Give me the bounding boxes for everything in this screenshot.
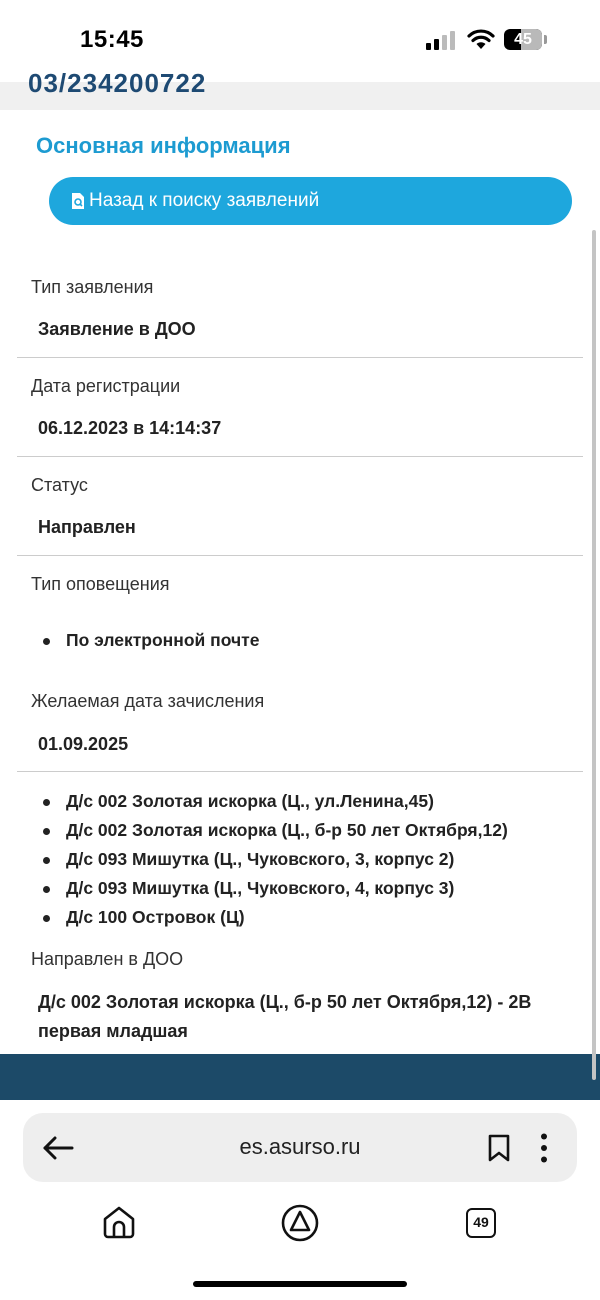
divider	[17, 456, 583, 457]
scrollbar[interactable]	[592, 230, 596, 1080]
list-item: Д/с 093 Мишутка (Ц., Чуковского, 4, корп…	[38, 874, 508, 903]
list-item: По электронной почте	[38, 626, 259, 655]
bookmark-icon[interactable]	[486, 1133, 512, 1163]
divider	[17, 357, 583, 358]
field-value-desired-date: 01.09.2025	[38, 734, 129, 754]
field-value-date: 06.12.2023 в 14:14:37	[38, 418, 222, 438]
home-icon[interactable]	[101, 1204, 137, 1240]
back-to-search-label: Назад к поиску заявлений	[89, 190, 320, 211]
battery-level-text: 45	[514, 31, 532, 48]
section-title: Основная информация	[36, 133, 291, 158]
cellular-signal-icon	[426, 30, 458, 50]
battery-icon: 45	[504, 29, 542, 50]
list-item: Д/с 100 Островок (Ц)	[38, 903, 508, 932]
preferred-kindergartens-list: Д/с 002 Золотая искорка (Ц., ул.Ленина,4…	[38, 787, 508, 932]
wifi-icon	[467, 29, 495, 49]
field-label-type: Тип заявления	[31, 277, 154, 297]
search-document-icon	[72, 193, 84, 209]
site-footer	[0, 1054, 600, 1102]
list-item: Д/с 093 Мишутка (Ц., Чуковского, 3, корп…	[38, 845, 508, 874]
field-value-status: Направлен	[38, 517, 136, 537]
field-label-notify: Тип оповещения	[31, 574, 170, 594]
field-label-date: Дата регистрации	[31, 376, 181, 396]
field-label-desired-date: Желаемая дата зачисления	[31, 691, 265, 711]
more-menu-icon[interactable]	[540, 1133, 548, 1163]
notify-list: По электронной почте	[38, 626, 259, 655]
field-value-type: Заявление в ДОО	[38, 319, 196, 339]
field-value-directed: Д/с 002 Золотая искорка (Ц., б-р 50 лет …	[38, 992, 532, 1041]
field-label-status: Статус	[31, 475, 88, 495]
application-number: 03/234200722	[28, 68, 207, 98]
status-time: 15:45	[80, 26, 144, 53]
tabs-count-button[interactable]: 49	[466, 1208, 496, 1238]
alice-assistant-icon[interactable]	[281, 1204, 319, 1242]
battery-tip	[544, 35, 547, 44]
home-indicator	[193, 1281, 407, 1287]
page-header-strip: 03/234200722	[0, 68, 600, 110]
divider	[17, 555, 583, 556]
list-item: Д/с 002 Золотая искорка (Ц., б-р 50 лет …	[38, 816, 508, 845]
list-item: Д/с 002 Золотая искорка (Ц., ул.Ленина,4…	[38, 787, 508, 816]
divider	[17, 771, 583, 772]
back-to-search-button[interactable]: Назад к поиску заявлений	[49, 177, 572, 225]
field-label-directed: Направлен в ДОО	[31, 949, 184, 969]
